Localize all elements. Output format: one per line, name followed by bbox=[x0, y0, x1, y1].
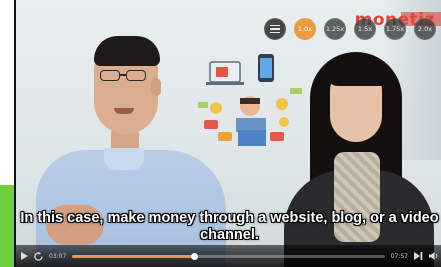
next-icon[interactable] bbox=[414, 252, 423, 260]
cart-icon bbox=[238, 130, 266, 146]
speed-option-1-75x[interactable]: 1.75x bbox=[384, 18, 406, 40]
progress-handle[interactable] bbox=[191, 252, 199, 260]
speed-option-1-25x[interactable]: 1.25x bbox=[324, 18, 346, 40]
duration: 07:57 bbox=[390, 252, 408, 260]
online-income-illustration bbox=[198, 54, 302, 146]
video-player[interactable]: monetiz 1.0x 1.25x 1.5x 1.75x 2.0x bbox=[14, 0, 441, 267]
playlist-icon bbox=[270, 25, 280, 33]
replay-icon[interactable] bbox=[34, 251, 43, 261]
current-time: 03:07 bbox=[49, 252, 67, 260]
speed-option-2-0x[interactable]: 2.0x bbox=[414, 18, 436, 40]
volume-icon[interactable] bbox=[429, 252, 439, 260]
glasses-icon bbox=[100, 70, 152, 82]
speed-selector: 1.0x 1.25x 1.5x 1.75x 2.0x bbox=[264, 18, 436, 44]
page: monetiz 1.0x 1.25x 1.5x 1.75x 2.0x bbox=[0, 0, 441, 267]
play-icon[interactable] bbox=[20, 252, 28, 260]
speed-option-1-0x[interactable]: 1.0x bbox=[294, 18, 316, 40]
player-controls: 03:07 07:57 bbox=[16, 245, 441, 267]
playlist-button[interactable] bbox=[264, 18, 286, 40]
speed-option-1-5x[interactable]: 1.5x bbox=[354, 18, 376, 40]
gift-icon bbox=[204, 120, 218, 129]
coin-icon bbox=[210, 102, 222, 114]
subtitle-caption: In this case, make money through a websi… bbox=[20, 210, 439, 243]
progress-fill bbox=[72, 254, 195, 258]
progress-bar[interactable] bbox=[72, 252, 385, 260]
